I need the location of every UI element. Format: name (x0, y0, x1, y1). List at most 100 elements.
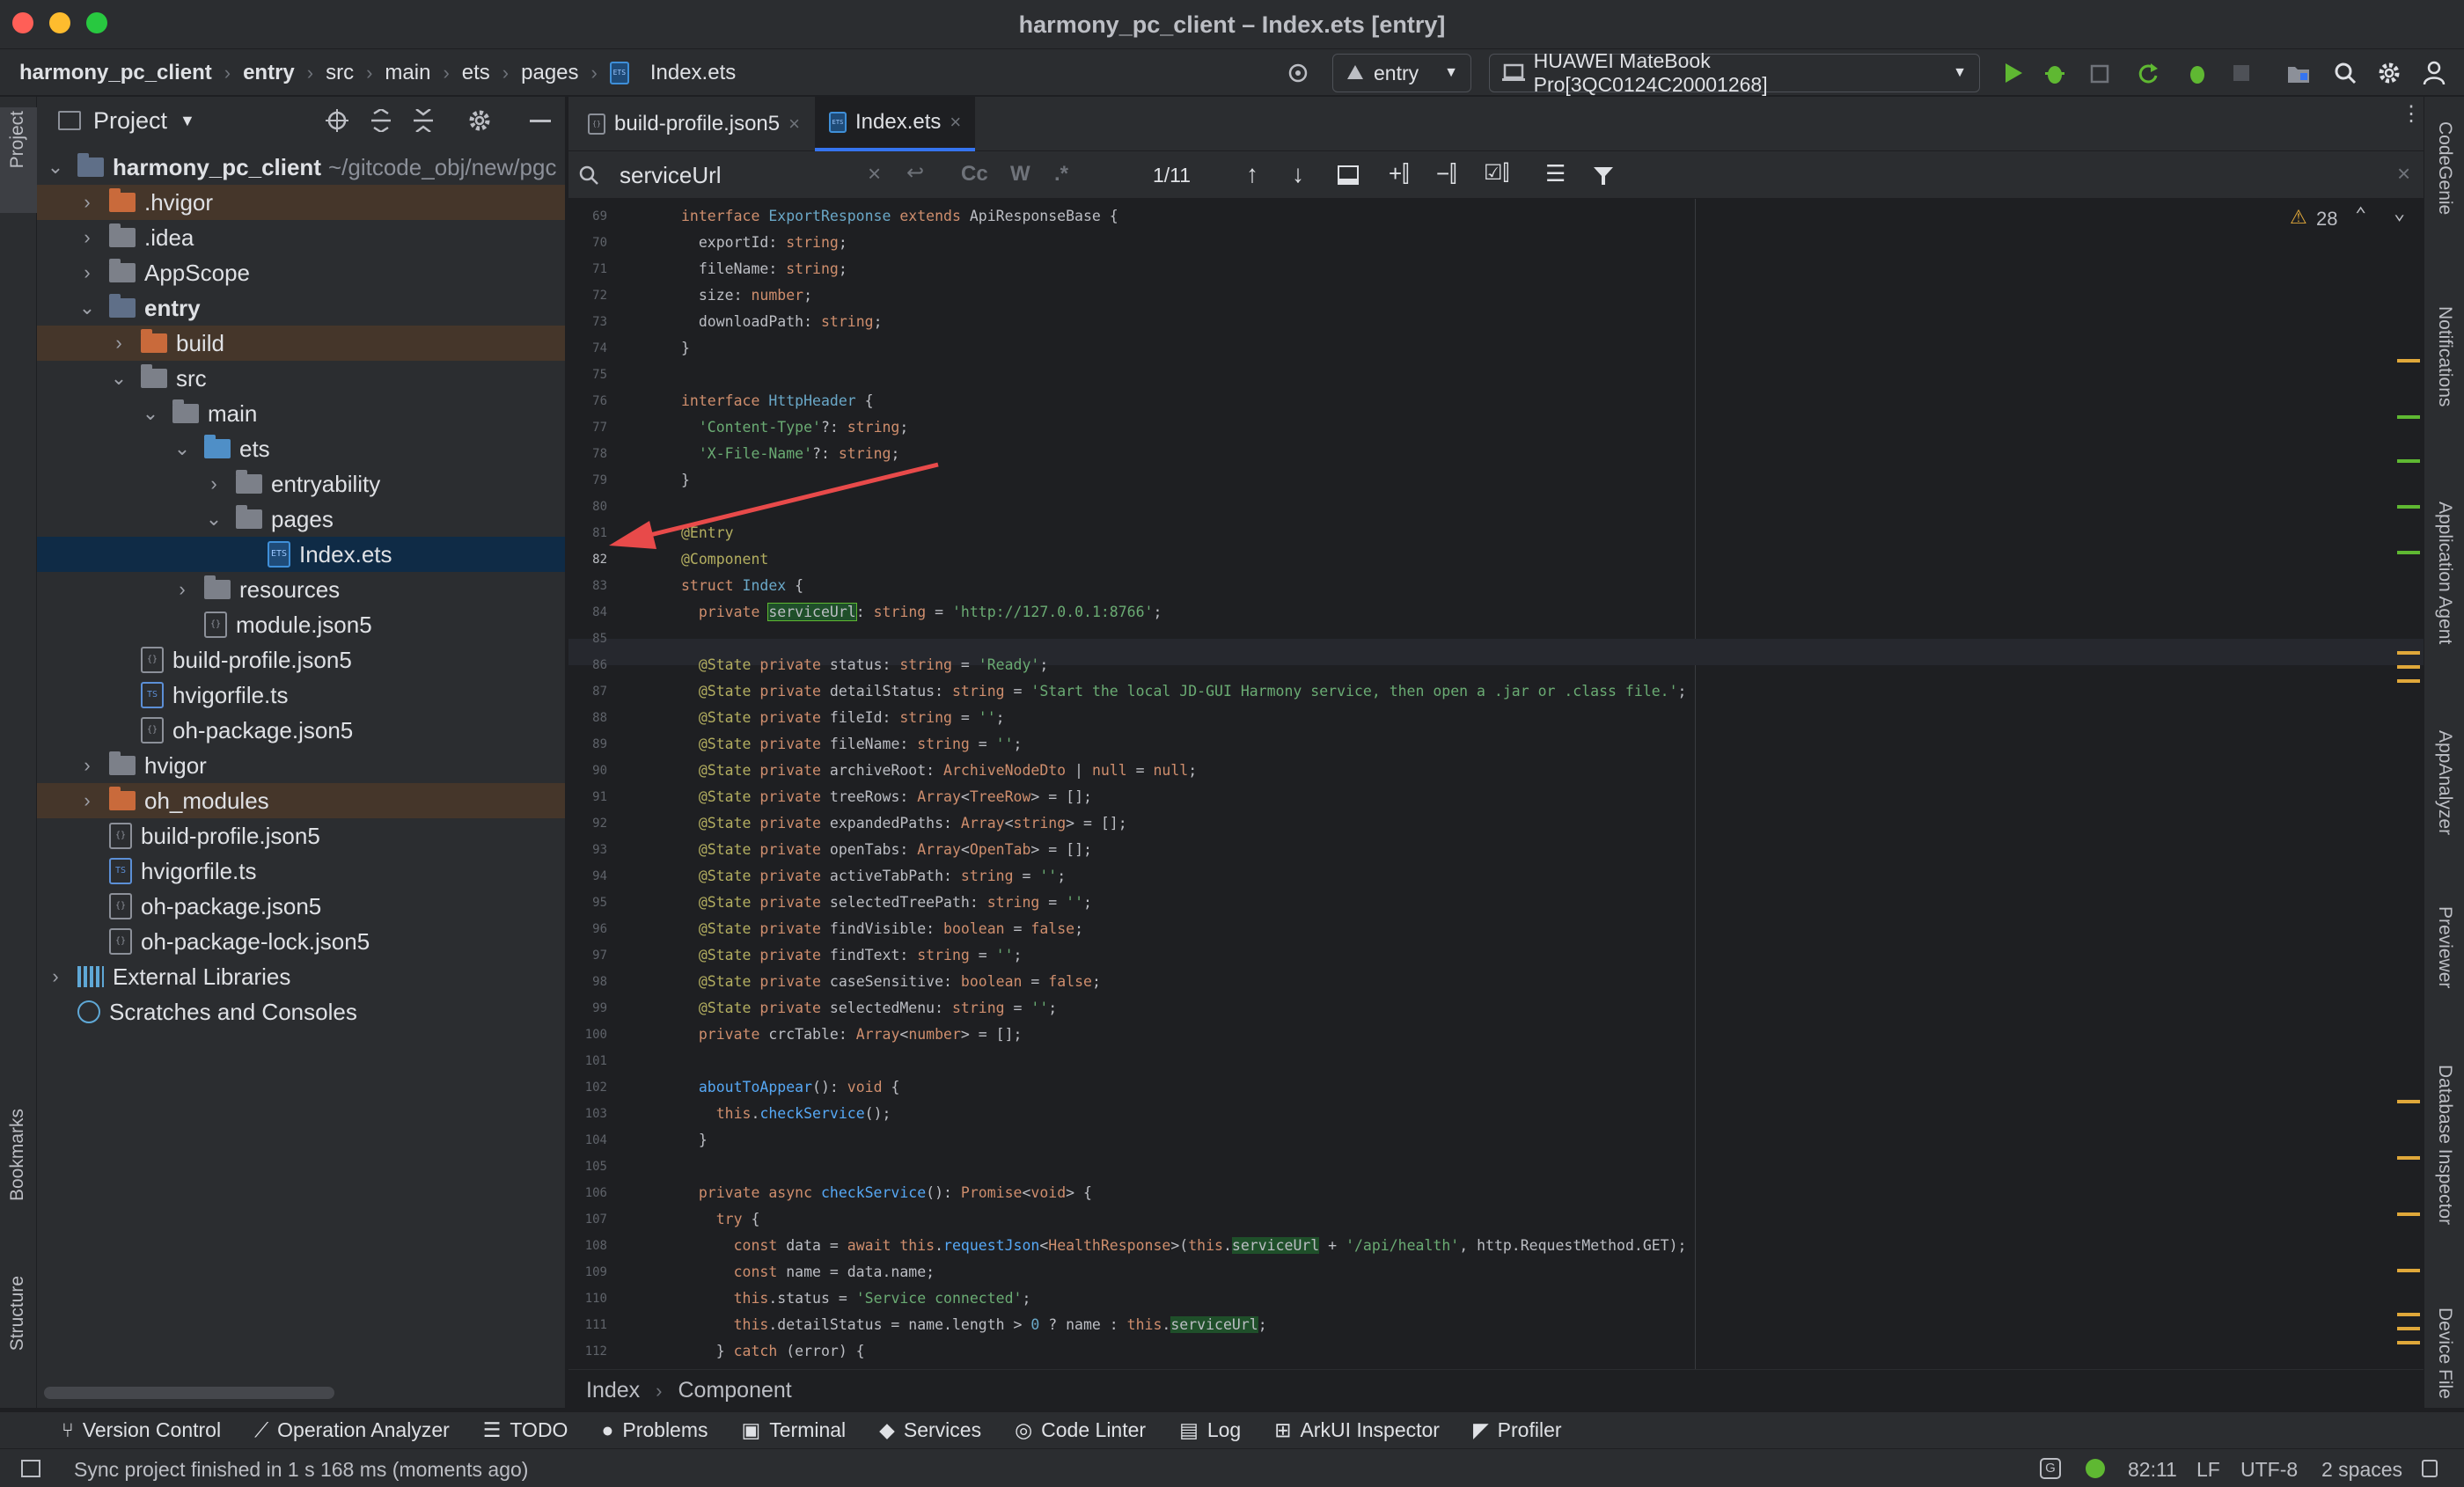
clear-search-icon[interactable]: × (868, 160, 881, 187)
whole-word-toggle[interactable]: W (1010, 162, 1030, 187)
tree-item[interactable]: ⌄ src (37, 361, 565, 396)
code-line[interactable]: @State private selectedTreePath: string … (681, 894, 1092, 911)
structure-tool-button[interactable]: Structure (7, 1276, 28, 1351)
more-tabs-icon[interactable]: ⋮ (2401, 104, 2422, 125)
error-stripe-mark[interactable] (2397, 1269, 2420, 1272)
code-breadcrumb-struct[interactable]: Index (586, 1378, 640, 1403)
breadcrumb-ets[interactable]: ets (462, 61, 490, 85)
code-line[interactable]: @State private fileName: string = ''; (681, 736, 1023, 752)
cursor-position[interactable]: 82:11 (2128, 1458, 2177, 1482)
match-case-toggle[interactable]: Cc (961, 162, 988, 187)
status-message[interactable]: Sync project finished in 1 s 168 ms (mom… (74, 1458, 528, 1482)
code-line[interactable]: @State private caseSensitive: boolean = … (681, 973, 1101, 990)
target-icon[interactable] (1287, 62, 1309, 84)
code-breadcrumb-decorator[interactable]: Component (678, 1378, 792, 1403)
tree-item[interactable]: › .hvigor (37, 185, 565, 220)
next-highlight-icon[interactable]: ⌄ (2394, 202, 2405, 224)
error-stripe-mark[interactable] (2397, 459, 2420, 463)
error-stripe-mark[interactable] (2397, 1212, 2420, 1216)
regex-toggle[interactable]: .* (1054, 162, 1068, 187)
horizontal-scrollbar[interactable] (44, 1387, 334, 1399)
code-line[interactable]: @State private findText: string = ''; (681, 947, 1023, 963)
code-line[interactable]: } (681, 1132, 708, 1148)
line-separator[interactable]: LF (2196, 1458, 2220, 1482)
collapse-all-icon[interactable] (412, 109, 435, 132)
tree-item[interactable]: › External Libraries (37, 959, 565, 994)
code-line[interactable]: @State private openTabs: Array<OpenTab> … (681, 841, 1092, 858)
codegenie-status-icon[interactable]: G (2040, 1458, 2061, 1479)
code-line[interactable]: @State private expandedPaths: Array<stri… (681, 815, 1127, 831)
warning-icon[interactable]: ⚠ (2290, 206, 2307, 229)
filter-options-icon[interactable]: ☰ (1545, 160, 1566, 187)
code-line[interactable]: try { (681, 1211, 760, 1227)
close-tab-icon[interactable]: × (788, 113, 800, 136)
locate-file-icon[interactable] (326, 109, 348, 132)
account-icon[interactable] (2422, 60, 2446, 86)
tree-item[interactable]: TS hvigorfile.ts (37, 678, 565, 713)
file-encoding[interactable]: UTF-8 (2240, 1458, 2298, 1482)
tree-item[interactable]: {} oh-package.json5 (37, 889, 565, 924)
code-linter-button[interactable]: ◎ Code Linter (1015, 1418, 1146, 1442)
code-line[interactable]: aboutToAppear(): void { (681, 1079, 900, 1095)
previous-match-icon[interactable]: ↑ (1246, 160, 1258, 188)
version-control-button[interactable]: ⑂ Version Control (62, 1418, 221, 1442)
breadcrumb-module[interactable]: entry (243, 61, 295, 85)
select-all-occurrences-icon[interactable] (1338, 165, 1359, 185)
tab-build-profile[interactable]: {} build-profile.json5 × (574, 97, 814, 151)
error-stripe-mark[interactable] (2397, 1100, 2420, 1103)
tree-item[interactable]: ⌄ main (37, 396, 565, 431)
lock-icon[interactable] (2422, 1460, 2438, 1477)
tree-item[interactable]: › hvigor (37, 748, 565, 783)
indent-setting[interactable]: 2 spaces (2321, 1458, 2402, 1482)
stop-icon[interactable] (2232, 63, 2251, 83)
chevron-down-icon[interactable]: ▼ (180, 112, 195, 130)
run-icon[interactable] (2003, 62, 2024, 84)
apply-code-changes-icon[interactable] (2186, 62, 2209, 84)
tree-item[interactable]: ⌄ entry (37, 290, 565, 326)
close-tab-icon[interactable]: × (950, 111, 961, 134)
bookmarks-tool-button[interactable]: Bookmarks (7, 1109, 28, 1201)
error-stripe-mark[interactable] (2397, 1327, 2420, 1330)
gear-icon[interactable] (2378, 62, 2401, 84)
tree-item[interactable]: › resources (37, 572, 565, 607)
remove-selection-icon[interactable]: −⫿ (1436, 160, 1457, 188)
code-line[interactable]: @State private fileId: string = ''; (681, 709, 1005, 726)
add-selection-icon[interactable]: +⫿ (1389, 160, 1410, 188)
code-line[interactable]: this.status = 'Service connected'; (681, 1290, 1031, 1307)
tree-item[interactable]: {} build-profile.json5 (37, 818, 565, 853)
error-stripe-mark[interactable] (2397, 665, 2420, 669)
gear-icon[interactable] (468, 109, 491, 132)
expand-all-icon[interactable] (370, 109, 392, 132)
tab-index[interactable]: ETS Index.ets × (815, 97, 976, 151)
notifications-tool-button[interactable]: Notifications (2434, 306, 2455, 407)
error-stripe-mark[interactable] (2397, 1341, 2420, 1344)
tree-item[interactable]: {} build-profile.json5 (37, 642, 565, 678)
code-line[interactable]: const data = await this.requestJson<Heal… (681, 1237, 1686, 1254)
search-icon[interactable] (2334, 62, 2357, 84)
tree-item[interactable]: Scratches and Consoles (37, 994, 565, 1029)
project-structure-icon[interactable] (2286, 62, 2311, 84)
tree-item[interactable]: › entryability (37, 466, 565, 502)
code-line[interactable]: this.checkService(); (681, 1105, 891, 1122)
profiler-button[interactable]: ◤ Profiler (1473, 1418, 1562, 1442)
tree-item-selected[interactable]: ETS Index.ets (37, 537, 565, 572)
tree-item[interactable]: ⌄ pages (37, 502, 565, 537)
log-button[interactable]: ▤ Log (1179, 1418, 1241, 1442)
project-panel-title[interactable]: Project (93, 107, 167, 135)
minimize-panel-icon[interactable] (530, 120, 551, 122)
code-line[interactable]: @State private findVisible: boolean = fa… (681, 920, 1083, 937)
error-stripe-mark[interactable] (2397, 551, 2420, 554)
device-file-tool-button[interactable]: Device File (2434, 1308, 2455, 1399)
error-stripe-mark[interactable] (2397, 359, 2420, 363)
breadcrumb-main[interactable]: main (385, 61, 430, 85)
tree-root[interactable]: ⌄ harmony_pc_client ~/gitcode_obj/new/pgc (37, 150, 565, 185)
tree-item[interactable]: {} oh-package-lock.json5 (37, 924, 565, 959)
tree-item[interactable]: › oh_modules (37, 783, 565, 818)
code-line[interactable]: @State private selectedMenu: string = ''… (681, 1000, 1057, 1016)
apply-changes-icon[interactable] (2137, 62, 2160, 84)
application-agent-tool-button[interactable]: Application Agent (2434, 502, 2455, 644)
database-inspector-tool-button[interactable]: Database Inspector (2434, 1065, 2455, 1225)
select-all-matches-icon[interactable]: ☑⫿ (1484, 160, 1509, 186)
code-line[interactable]: private crcTable: Array<number> = []; (681, 1026, 1023, 1043)
code-line[interactable]: const name = data.name; (681, 1264, 935, 1280)
